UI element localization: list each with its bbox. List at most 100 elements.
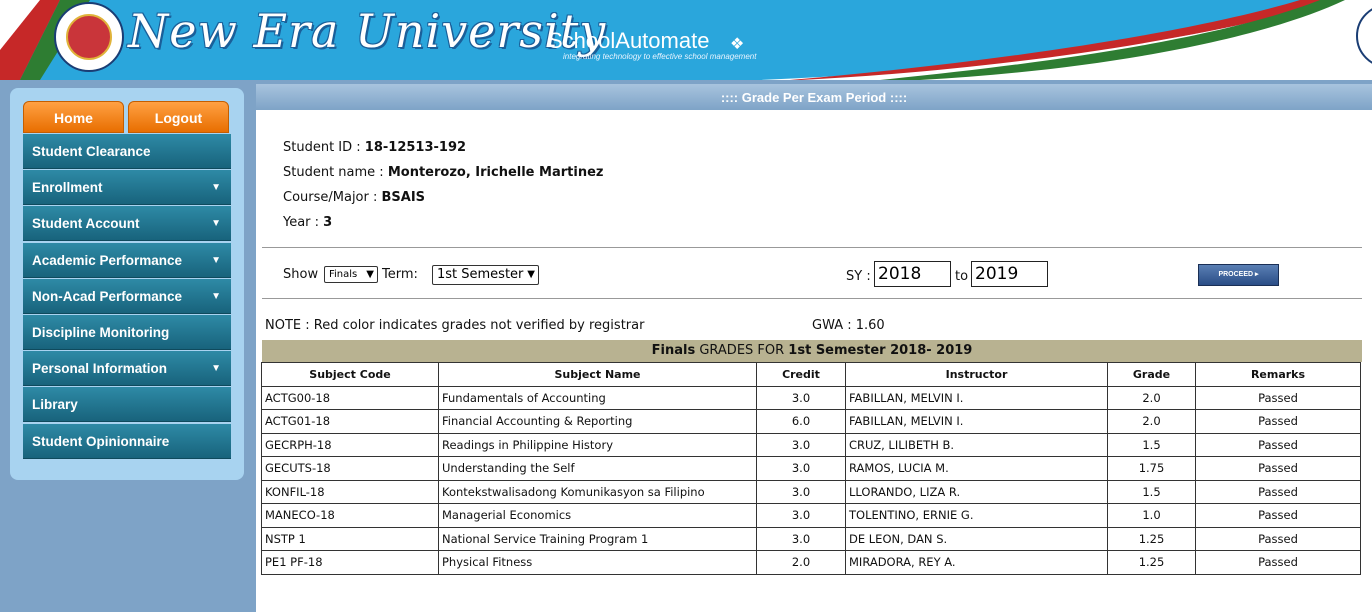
credit-cell: 3.0 — [756, 479, 846, 504]
table-header-row: Subject Code Subject Name Credit Instruc… — [261, 362, 1361, 387]
subject-code-cell: MANECO-18 — [261, 503, 439, 528]
col-subject-name: Subject Name — [438, 362, 757, 387]
show-label: Show — [283, 267, 319, 282]
student-id-label: Student ID : — [283, 140, 365, 155]
sidebar-item-discipline-monitoring[interactable]: Discipline Monitoring — [23, 314, 231, 350]
page-title: :::: Grade Per Exam Period :::: — [256, 84, 1372, 110]
subject-code-cell: GECUTS-18 — [261, 456, 439, 481]
col-grade: Grade — [1107, 362, 1196, 387]
subject-code-cell: NSTP 1 — [261, 526, 439, 551]
instructor-cell: MIRADORA, REY A. — [845, 550, 1108, 575]
subject-code-cell: ACTG00-18 — [261, 385, 439, 410]
instructor-cell: RAMOS, LUCIA M. — [845, 456, 1108, 481]
show-select-value: Finals — [329, 269, 358, 280]
grade-cell: 1.0 — [1107, 503, 1196, 528]
sidebar-item-student-opinionnaire[interactable]: Student Opinionnaire — [23, 423, 231, 459]
brand-dots-icon: ❖ — [730, 34, 745, 53]
instructor-cell: TOLENTINO, ERNIE G. — [845, 503, 1108, 528]
main-panel: :::: Grade Per Exam Period :::: Student … — [256, 84, 1372, 612]
chevron-down-icon: ▼ — [211, 290, 221, 302]
sidebar-item-non-acad-performance[interactable]: Non-Acad Performance ▼ — [23, 278, 231, 314]
remarks-cell: Passed — [1195, 432, 1361, 457]
student-id-row: Student ID : 18-12513-192 — [283, 140, 466, 155]
home-button[interactable]: Home — [23, 101, 124, 133]
credit-cell: 3.0 — [756, 526, 846, 551]
subject-name-cell: National Service Training Program 1 — [438, 526, 757, 551]
subject-code-cell: KONFIL-18 — [261, 479, 439, 504]
chevron-down-icon: ▼ — [211, 182, 221, 194]
credit-cell: 3.0 — [756, 385, 846, 410]
col-instructor: Instructor — [845, 362, 1108, 387]
sidebar-item-label: Enrollment — [32, 180, 103, 196]
table-row: ACTG00-18 Fundamentals of Accounting 3.0 FA… — [261, 385, 1361, 410]
chevron-down-icon: ▼ — [211, 363, 221, 375]
grade-cell: 1.25 — [1107, 550, 1196, 575]
subject-name-cell: Financial Accounting & Reporting — [438, 409, 757, 434]
university-name: New Era University — [128, 4, 607, 58]
grade-cell: 2.0 — [1107, 409, 1196, 434]
sidebar: Home Logout Student Clearance Enrollment… — [10, 88, 244, 480]
sidebar-item-enrollment[interactable]: Enrollment ▼ — [23, 170, 231, 206]
sidebar-item-personal-information[interactable]: Personal Information ▼ — [23, 351, 231, 387]
grades-table: Subject Code Subject Name Credit Instruc… — [261, 362, 1361, 575]
subject-code-cell: ACTG01-18 — [261, 409, 439, 434]
sidebar-item-academic-performance[interactable]: Academic Performance ▼ — [23, 242, 231, 278]
student-id-value: 18-12513-192 — [364, 140, 467, 155]
subject-name-cell: Physical Fitness — [438, 550, 757, 575]
table-row: GECRPH-18 Readings in Philippine History 3… — [261, 432, 1361, 457]
course-label: Course/Major : — [283, 190, 382, 205]
sy-to-input[interactable]: 2019 — [971, 261, 1048, 287]
year-label: Year : — [283, 215, 324, 230]
sy-from-input[interactable]: 2018 — [874, 261, 951, 287]
sidebar-item-library[interactable]: Library — [23, 387, 231, 423]
credit-cell: 2.0 — [756, 550, 846, 575]
remarks-cell: Passed — [1195, 385, 1361, 410]
proceed-button[interactable]: PROCEED ▸ — [1198, 264, 1279, 286]
sidebar-item-label: Library — [32, 397, 78, 413]
grade-cell: 2.0 — [1107, 385, 1196, 410]
brand-tagline: integrating technology to effective scho… — [563, 52, 757, 61]
sidebar-item-student-account[interactable]: Student Account ▼ — [23, 206, 231, 242]
grades-period: Finals — [651, 343, 696, 358]
remarks-cell: Passed — [1195, 503, 1361, 528]
divider — [262, 298, 1362, 299]
credit-cell: 3.0 — [756, 456, 846, 481]
subject-code-cell: PE1 PF-18 — [261, 550, 439, 575]
col-subject-code: Subject Code — [261, 362, 439, 387]
sidebar-item-label: Personal Information — [32, 361, 168, 377]
student-name-value: Monterozo, Irichelle Martinez — [387, 165, 604, 180]
show-select[interactable]: Finals ▼ — [324, 266, 378, 283]
university-seal-logo — [54, 2, 124, 72]
remarks-cell: Passed — [1195, 479, 1361, 504]
subject-name-cell: Fundamentals of Accounting — [438, 385, 757, 410]
table-row: MANECO-18 Managerial Economics 3.0 TOLENTIN… — [261, 503, 1361, 528]
grade-cell: 1.5 — [1107, 479, 1196, 504]
credit-cell: 6.0 — [756, 409, 846, 434]
term-select[interactable]: 1st Semester ▼ — [432, 265, 539, 285]
student-name-label: Student name : — [283, 165, 388, 180]
credit-cell: 3.0 — [756, 503, 846, 528]
student-name-row: Student name : Monterozo, Irichelle Mart… — [283, 165, 603, 180]
instructor-cell: DE LEON, DAN S. — [845, 526, 1108, 551]
note-text: NOTE : Red color indicates grades not ve… — [265, 318, 645, 333]
logout-button[interactable]: Logout — [128, 101, 229, 133]
table-row: GECUTS-18 Understanding the Self 3.0 RAMOS,… — [261, 456, 1361, 481]
table-row: PE1 PF-18 Physical Fitness 2.0 MIRADORA, RE… — [261, 550, 1361, 575]
sidebar-item-label: Student Opinionnaire — [32, 433, 170, 449]
sidebar-menu: Student Clearance Enrollment ▼ Student Ac… — [23, 134, 231, 460]
term-select-value: 1st Semester — [437, 267, 524, 282]
site-header: New Era University SchoolAutomate integr… — [0, 0, 1372, 80]
instructor-cell: FABILLAN, MELVIN I. — [845, 409, 1108, 434]
term-label: Term: — [382, 267, 418, 282]
sidebar-item-label: Non-Acad Performance — [32, 288, 183, 304]
grades-term: 1st Semester 2018- 2019 — [788, 343, 973, 358]
sidebar-item-label: Student Account — [32, 216, 140, 232]
remarks-cell: Passed — [1195, 526, 1361, 551]
brand-name: SchoolAutomate — [548, 28, 710, 53]
sidebar-item-student-clearance[interactable]: Student Clearance — [23, 134, 231, 169]
chevron-down-icon: ▼ — [211, 218, 221, 230]
subject-name-cell: Understanding the Self — [438, 456, 757, 481]
sidebar-item-label: Student Clearance — [32, 144, 151, 159]
chevron-down-icon: ▼ — [527, 269, 535, 280]
year-row: Year : 3 — [283, 215, 332, 230]
